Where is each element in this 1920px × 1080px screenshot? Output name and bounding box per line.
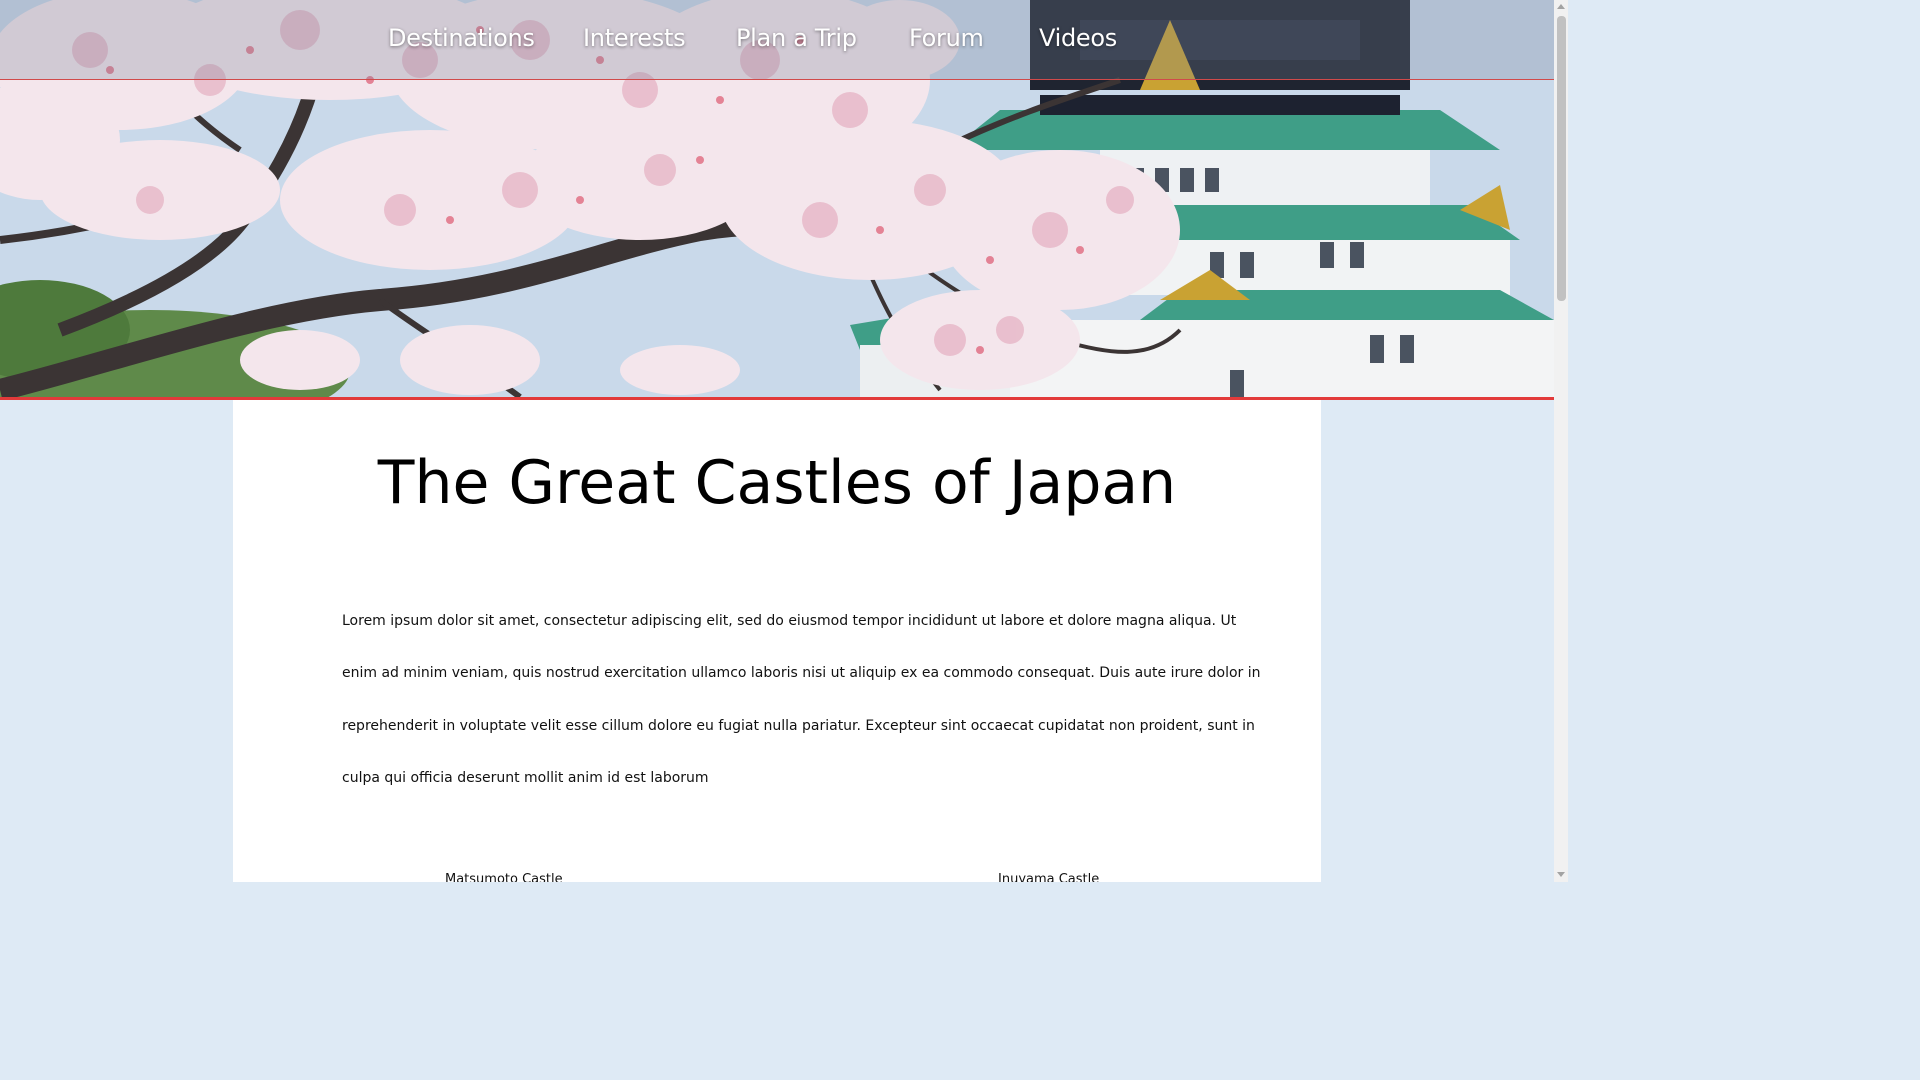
paragraph-line: culpa qui officia deserunt mollit anim i… — [342, 769, 709, 786]
nav-item-interests[interactable]: Interests — [583, 24, 686, 52]
nav-item-plan-a-trip[interactable]: Plan a Trip — [736, 24, 857, 52]
paragraph-line: Lorem ipsum dolor sit amet, consectetur … — [342, 613, 1237, 629]
scroll-down-arrow-icon[interactable] — [1557, 872, 1565, 877]
nav-item-forum[interactable]: Forum — [909, 24, 984, 52]
scroll-up-arrow-icon[interactable] — [1557, 4, 1565, 9]
paragraph-line: reprehenderit in voluptate velit esse ci… — [342, 717, 1255, 734]
scrollbar-thumb[interactable] — [1557, 16, 1566, 301]
page: Destinations Interests Plan a Trip Forum… — [0, 0, 1568, 882]
nav-item-videos[interactable]: Videos — [1039, 24, 1117, 52]
page-title: The Great Castles of Japan — [377, 448, 1177, 518]
castle-caption-inuyama: Inuyama Castle — [998, 872, 1100, 882]
intro-paragraph: Lorem ipsum dolor sit amet, consectetur … — [342, 595, 1261, 804]
nav-item-destinations[interactable]: Destinations — [388, 24, 535, 52]
main-content-card: The Great Castles of Japan Lorem ipsum d… — [233, 400, 1321, 882]
hero-banner: Destinations Interests Plan a Trip Forum… — [0, 0, 1554, 400]
paragraph-line: enim ad minim veniam, quis nostrud exerc… — [342, 665, 1261, 682]
vertical-scrollbar[interactable] — [1554, 0, 1568, 882]
top-nav-bar: Destinations Interests Plan a Trip Forum… — [0, 0, 1554, 80]
castle-caption-matsumoto: Matsumoto Castle — [445, 872, 563, 882]
